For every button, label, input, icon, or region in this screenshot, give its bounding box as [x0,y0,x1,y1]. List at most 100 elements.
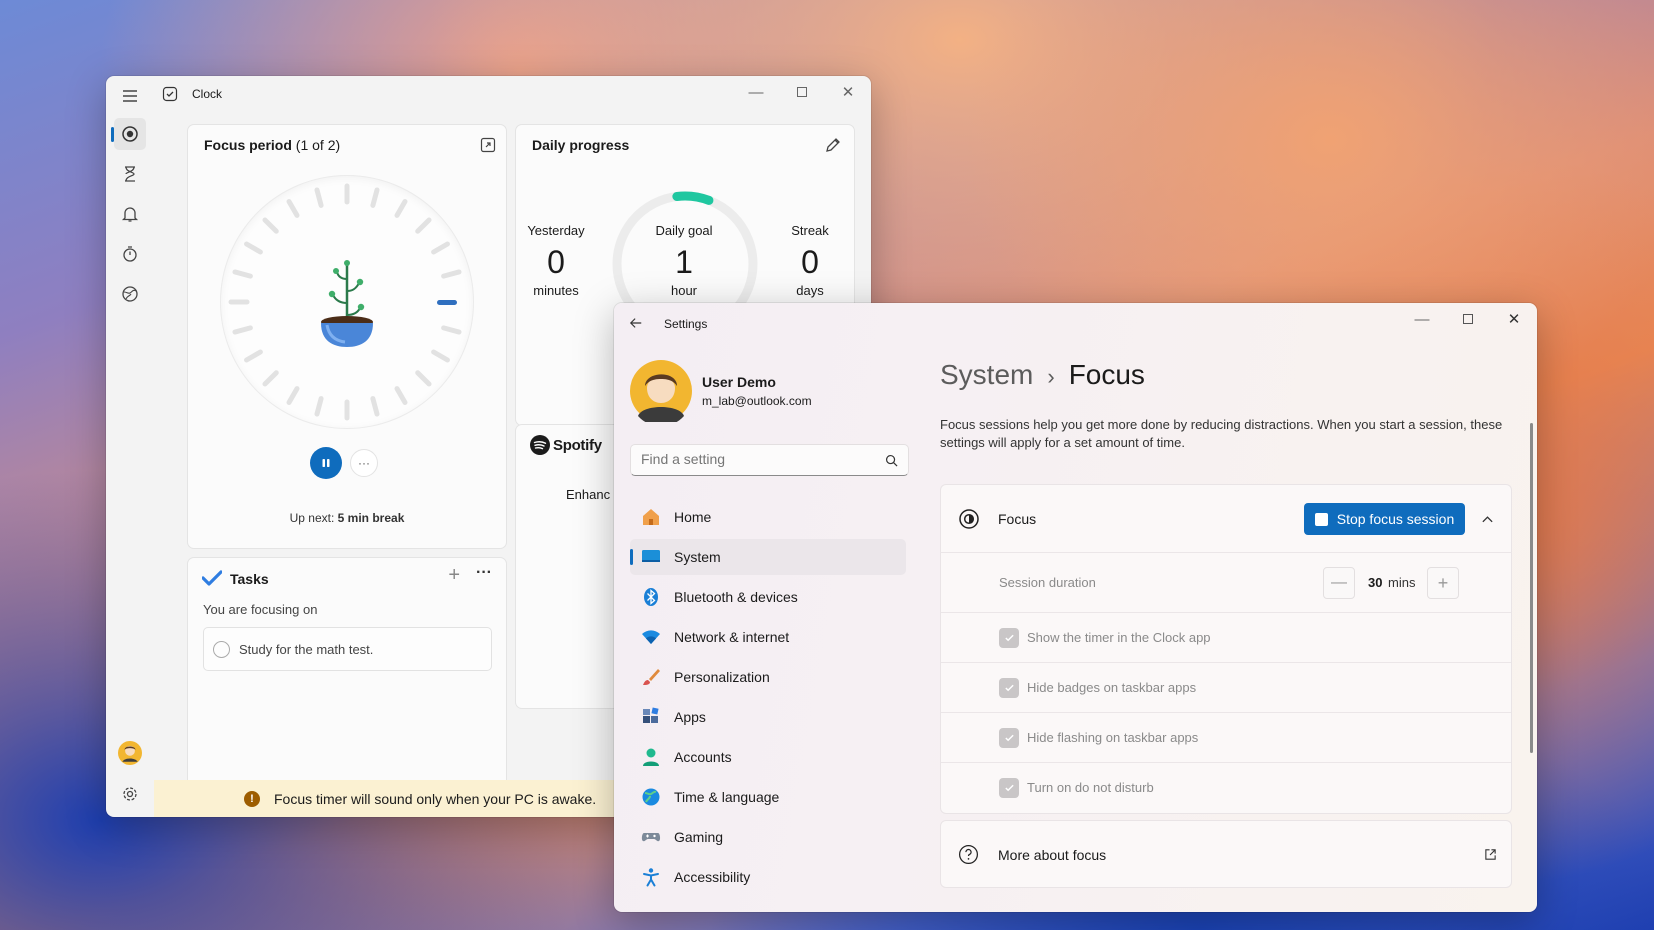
settings-nav-personalization[interactable]: Personalization [630,659,906,695]
stop-focus-session-button[interactable]: Stop focus session [1304,503,1465,535]
yesterday-unit: minutes [533,283,579,298]
settings-nav-network[interactable]: Network & internet [630,619,906,655]
session-duration-label: Session duration [999,575,1096,590]
timer-tick [431,349,450,363]
yesterday-value: 0 [547,244,565,280]
user-avatar[interactable] [630,360,692,422]
nav-focus-sessions[interactable] [111,118,146,150]
focus-period-title: Focus period (1 of 2) [204,137,340,153]
stop-focus-session-label: Stop focus session [1336,511,1455,527]
settings-nav-accessibility[interactable]: Accessibility [630,859,906,895]
daily-goal-stat[interactable]: Daily goal 1 hour [644,223,724,298]
more-about-focus-label: More about focus [998,847,1107,863]
daily-goal-value: 1 [675,244,693,280]
decrease-duration-button[interactable]: — [1323,567,1355,599]
option-checkbox[interactable] [999,777,1019,798]
globe-icon [642,788,660,806]
option-checkbox[interactable] [999,627,1019,648]
timer-tick [232,325,253,335]
nav-stopwatch[interactable] [114,238,146,270]
timer-tick [286,386,300,405]
focus-description: Focus sessions help you get more done by… [940,417,1503,450]
clock-close-button[interactable]: ✕ [825,76,871,108]
banner-text: Focus timer will sound only when your PC… [274,790,597,807]
yesterday-label: Yesterday [527,223,585,238]
checkmark-icon [1004,734,1014,742]
option-hide-flashing[interactable]: Hide flashing on taskbar apps [941,712,1511,762]
clock-maximize-button[interactable] [779,76,825,108]
timer-progress-marker [437,300,457,305]
timer-tick [244,349,263,363]
settings-nav-bluetooth[interactable]: Bluetooth & devices [630,579,906,615]
option-label: Hide badges on taskbar apps [1027,680,1197,695]
option-label: Turn on do not disturb [1027,780,1154,795]
option-checkbox[interactable] [999,727,1019,748]
clock-minimize-button[interactable]: — [733,76,779,108]
timer-tick [370,187,380,208]
compact-overlay-icon[interactable] [480,137,496,153]
settings-nav-gaming[interactable]: Gaming [630,819,906,855]
nav-settings[interactable] [114,778,146,810]
focus-expander-header[interactable]: Focus Stop focus session [940,484,1512,552]
user-email: m_lab@outlook.com [702,394,812,408]
nav-alarm[interactable] [114,198,146,230]
timer-tick [394,199,408,218]
content-scrollbar[interactable] [1530,423,1533,753]
timer-tick [314,187,324,208]
spotify-icon [530,435,550,455]
option-checkbox[interactable] [999,677,1019,698]
option-do-not-disturb[interactable]: Turn on do not disturb [941,762,1511,812]
task-item[interactable]: Study for the math test. [203,627,492,671]
breadcrumb-parent[interactable]: System [940,359,1033,391]
search-input[interactable] [641,451,871,467]
brush-icon [643,669,660,685]
option-show-timer[interactable]: Show the timer in the Clock app [941,612,1511,662]
settings-window-title: Settings [664,317,708,331]
focus-options-list: Show the timer in the Clock app Hide bad… [940,612,1512,814]
chevron-up-icon[interactable] [1481,513,1494,526]
streak-value: 0 [801,244,819,280]
add-task-button[interactable]: + [448,564,460,587]
option-label: Show the timer in the Clock app [1027,630,1211,645]
breadcrumb: System › Focus [940,359,1145,391]
settings-nav-apps[interactable]: Apps [630,699,906,735]
task-complete-checkbox[interactable] [213,640,230,658]
bell-icon [121,207,139,222]
edit-pencil-icon[interactable] [824,136,842,154]
settings-maximize-button[interactable] [1445,303,1491,335]
settings-nav-time-language[interactable]: Time & language [630,779,906,815]
focus-more-button[interactable]: ··· [350,449,378,477]
pause-button[interactable] [310,447,342,479]
account-avatar[interactable] [114,737,146,769]
user-name: User Demo [702,374,776,390]
settings-close-button[interactable]: ✕ [1491,303,1537,335]
nav-world-clock[interactable] [114,278,146,310]
nav-label-bluetooth: Bluetooth & devices [674,589,798,605]
up-next-text: Up next: 5 min break [188,511,506,525]
settings-nav-accounts[interactable]: Accounts [630,739,906,775]
nav-label-accessibility: Accessibility [674,869,751,885]
checkmark-icon [1004,684,1014,692]
settings-search-box[interactable] [630,444,909,476]
daily-goal-label: Daily goal [655,223,713,238]
session-duration-row: Session duration — 30 mins + [940,552,1512,612]
timer-tick [415,370,432,387]
tasks-card: Tasks + ··· You are focusing on Study fo… [187,557,507,787]
nav-label-system: System [674,549,721,565]
option-hide-badges[interactable]: Hide badges on taskbar apps [941,662,1511,712]
home-icon [643,509,659,525]
search-icon[interactable] [885,454,898,467]
increase-duration-button[interactable]: + [1427,567,1459,599]
clock-title-bar: Clock — ✕ [106,76,871,112]
back-arrow-icon [629,318,642,328]
timer-tick [286,199,300,218]
nav-timer[interactable] [114,158,146,190]
settings-minimize-button[interactable]: — [1399,303,1445,335]
focus-label: Focus [998,511,1037,527]
more-about-focus-link[interactable]: More about focus [940,820,1512,888]
focus-icon [959,509,979,529]
settings-nav-system[interactable]: System [630,539,906,575]
settings-nav-home[interactable]: Home [630,499,906,535]
back-button[interactable] [622,311,650,335]
tasks-more-button[interactable]: ··· [476,564,492,582]
